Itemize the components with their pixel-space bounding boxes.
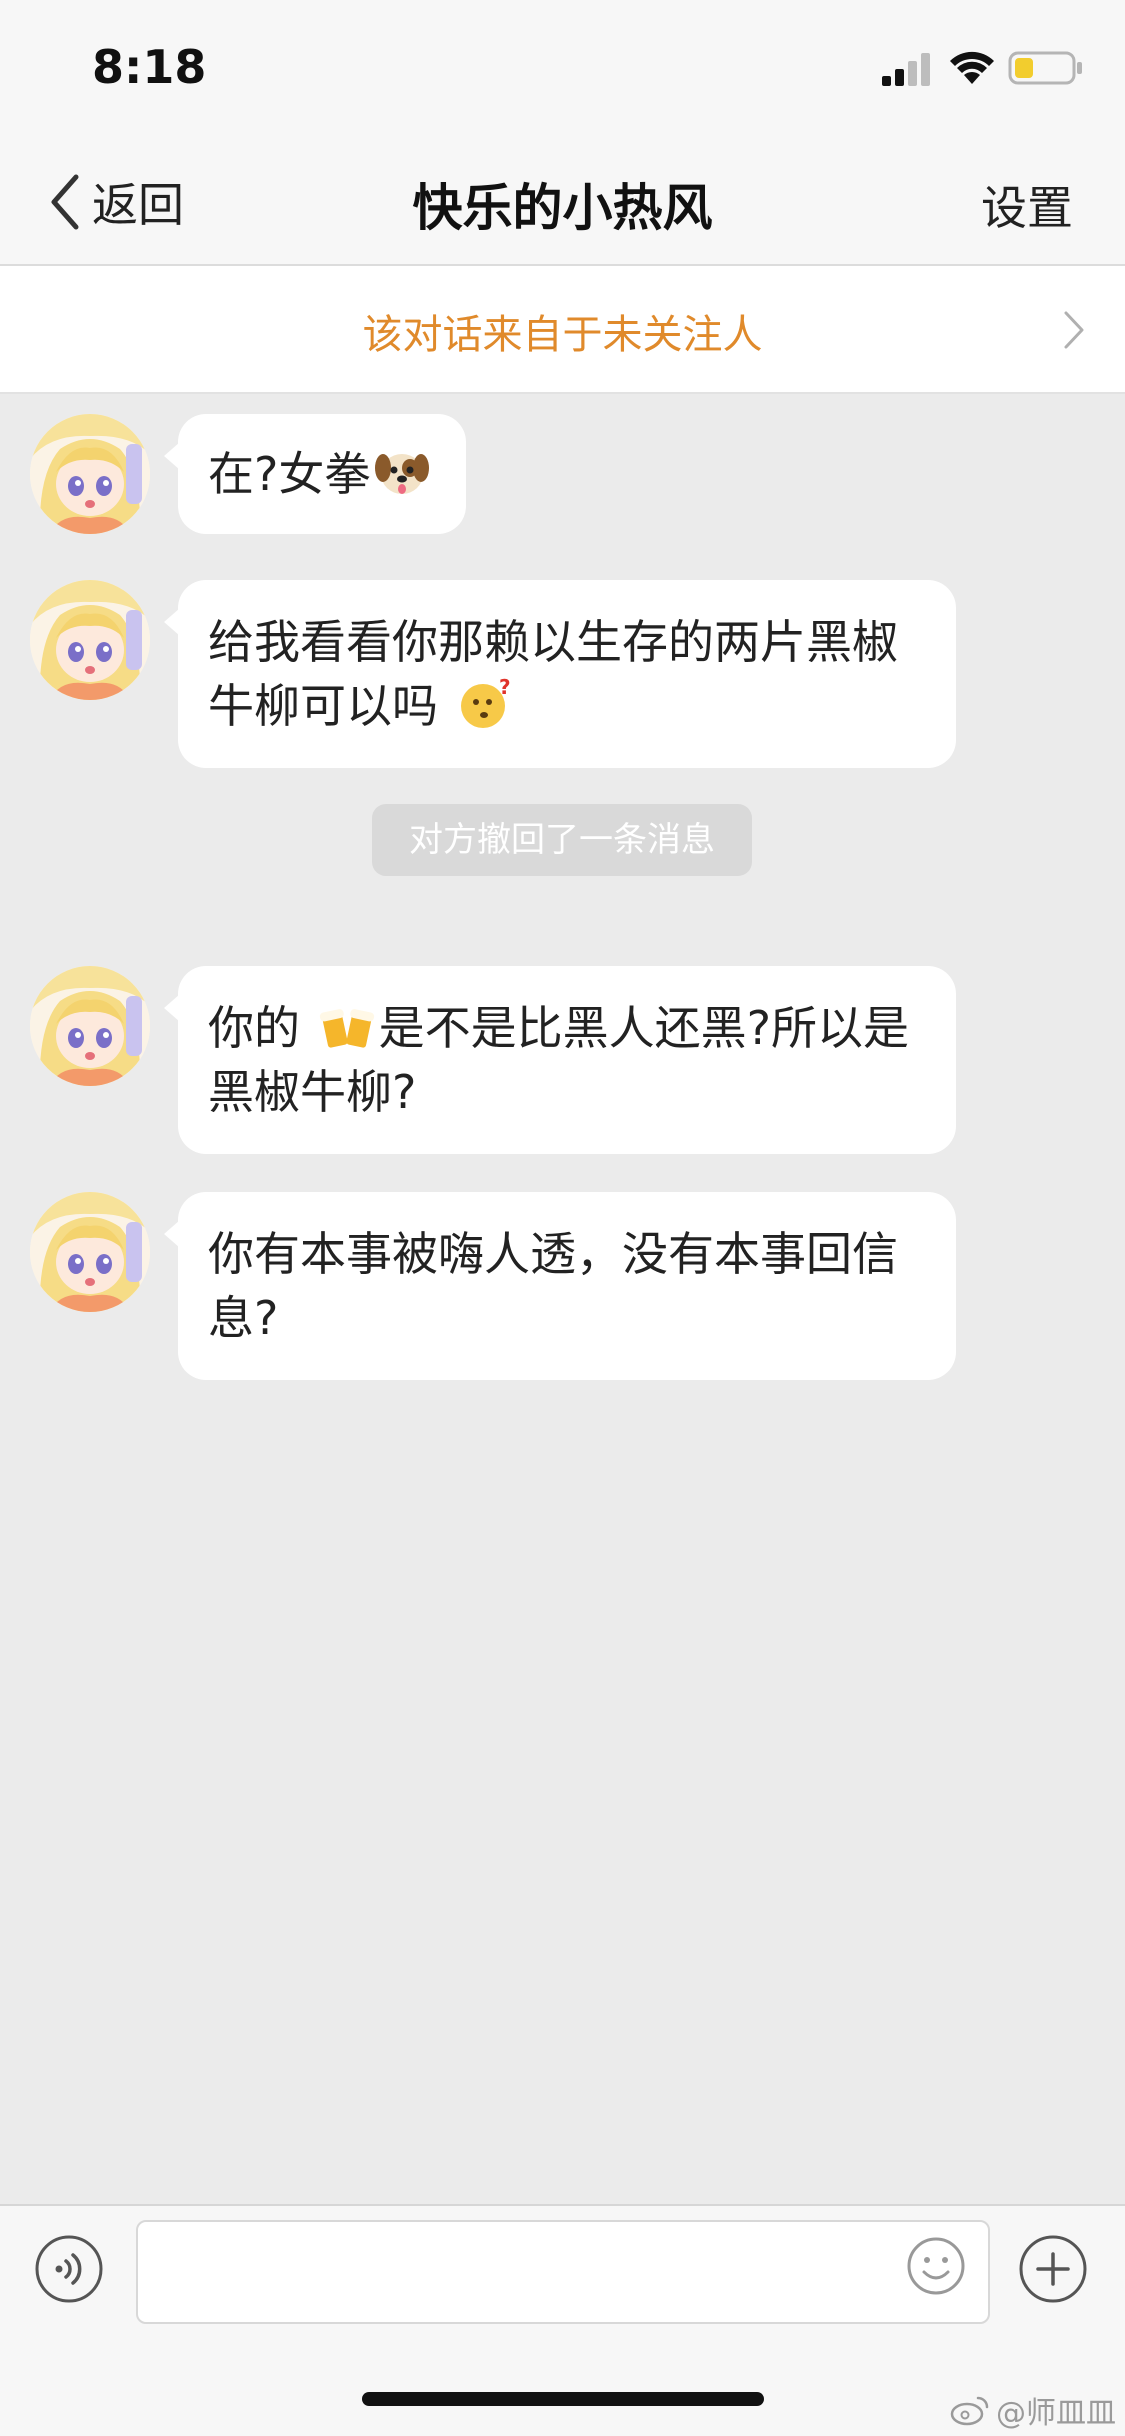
weibo-logo-icon: [950, 2396, 989, 2426]
beer-mugs-emoji-icon: [319, 1009, 374, 1048]
status-bar: 8:18: [0, 0, 1125, 138]
page-title: 快乐的小热风: [412, 179, 713, 237]
status-time: 8:18: [92, 40, 207, 94]
avatar[interactable]: [30, 1192, 150, 1312]
avatar[interactable]: [30, 580, 150, 700]
chevron-right-icon: [1064, 311, 1084, 349]
message-bubble[interactable]: 你的 是不是比黑人还黑?所以是黑椒牛柳?: [164, 966, 956, 1154]
message-bubble[interactable]: 你有本事被嗨人透，没有本事回信息?: [164, 1192, 956, 1380]
home-indicator[interactable]: [362, 2392, 764, 2406]
recalled-message-notice: 对方撤回了一条消息: [372, 804, 752, 876]
avatar[interactable]: [30, 414, 150, 534]
message-text: 你的: [208, 1001, 315, 1055]
stranger-notice-banner[interactable]: 该对话来自于未关注人: [0, 266, 1125, 394]
nav-bar: 返回 快乐的小热风 设置: [0, 138, 1125, 266]
message-bubble[interactable]: 在?女拳: [163, 414, 467, 534]
wifi-icon: [950, 51, 994, 84]
battery-icon: [1008, 51, 1082, 85]
message-bubble[interactable]: 给我看看你那赖以生存的两片黑椒牛柳可以吗 ?: [164, 580, 956, 768]
voice-input-button[interactable]: [34, 2234, 104, 2304]
message-text: 你有本事被嗨人透，没有本事回信息?: [208, 1227, 898, 1345]
svg-text:?: ?: [499, 676, 511, 699]
thinking-face-emoji-icon: ?: [460, 676, 511, 728]
settings-button[interactable]: 设置: [981, 172, 1073, 238]
chat-screen: 8:18 返回 快乐的小热风 设置 该对话来自于未关注人 在?女拳 给我看看你那…: [0, 0, 1125, 2436]
watermark: @师皿皿: [950, 2388, 1116, 2432]
more-actions-button[interactable]: [1018, 2234, 1088, 2304]
message-text: 给我看看你那赖以生存的两片黑椒牛柳可以吗: [208, 615, 898, 733]
message-input[interactable]: [136, 2220, 990, 2324]
dog-face-emoji-icon: [375, 454, 430, 494]
notice-text: 该对话来自于未关注人: [362, 312, 763, 358]
emoji-picker-button[interactable]: [906, 2236, 966, 2296]
message-text: 在?女拳: [208, 447, 371, 501]
watermark-text: @师皿皿: [996, 2396, 1116, 2431]
avatar[interactable]: [30, 966, 150, 1086]
signal-icon: [882, 53, 930, 86]
